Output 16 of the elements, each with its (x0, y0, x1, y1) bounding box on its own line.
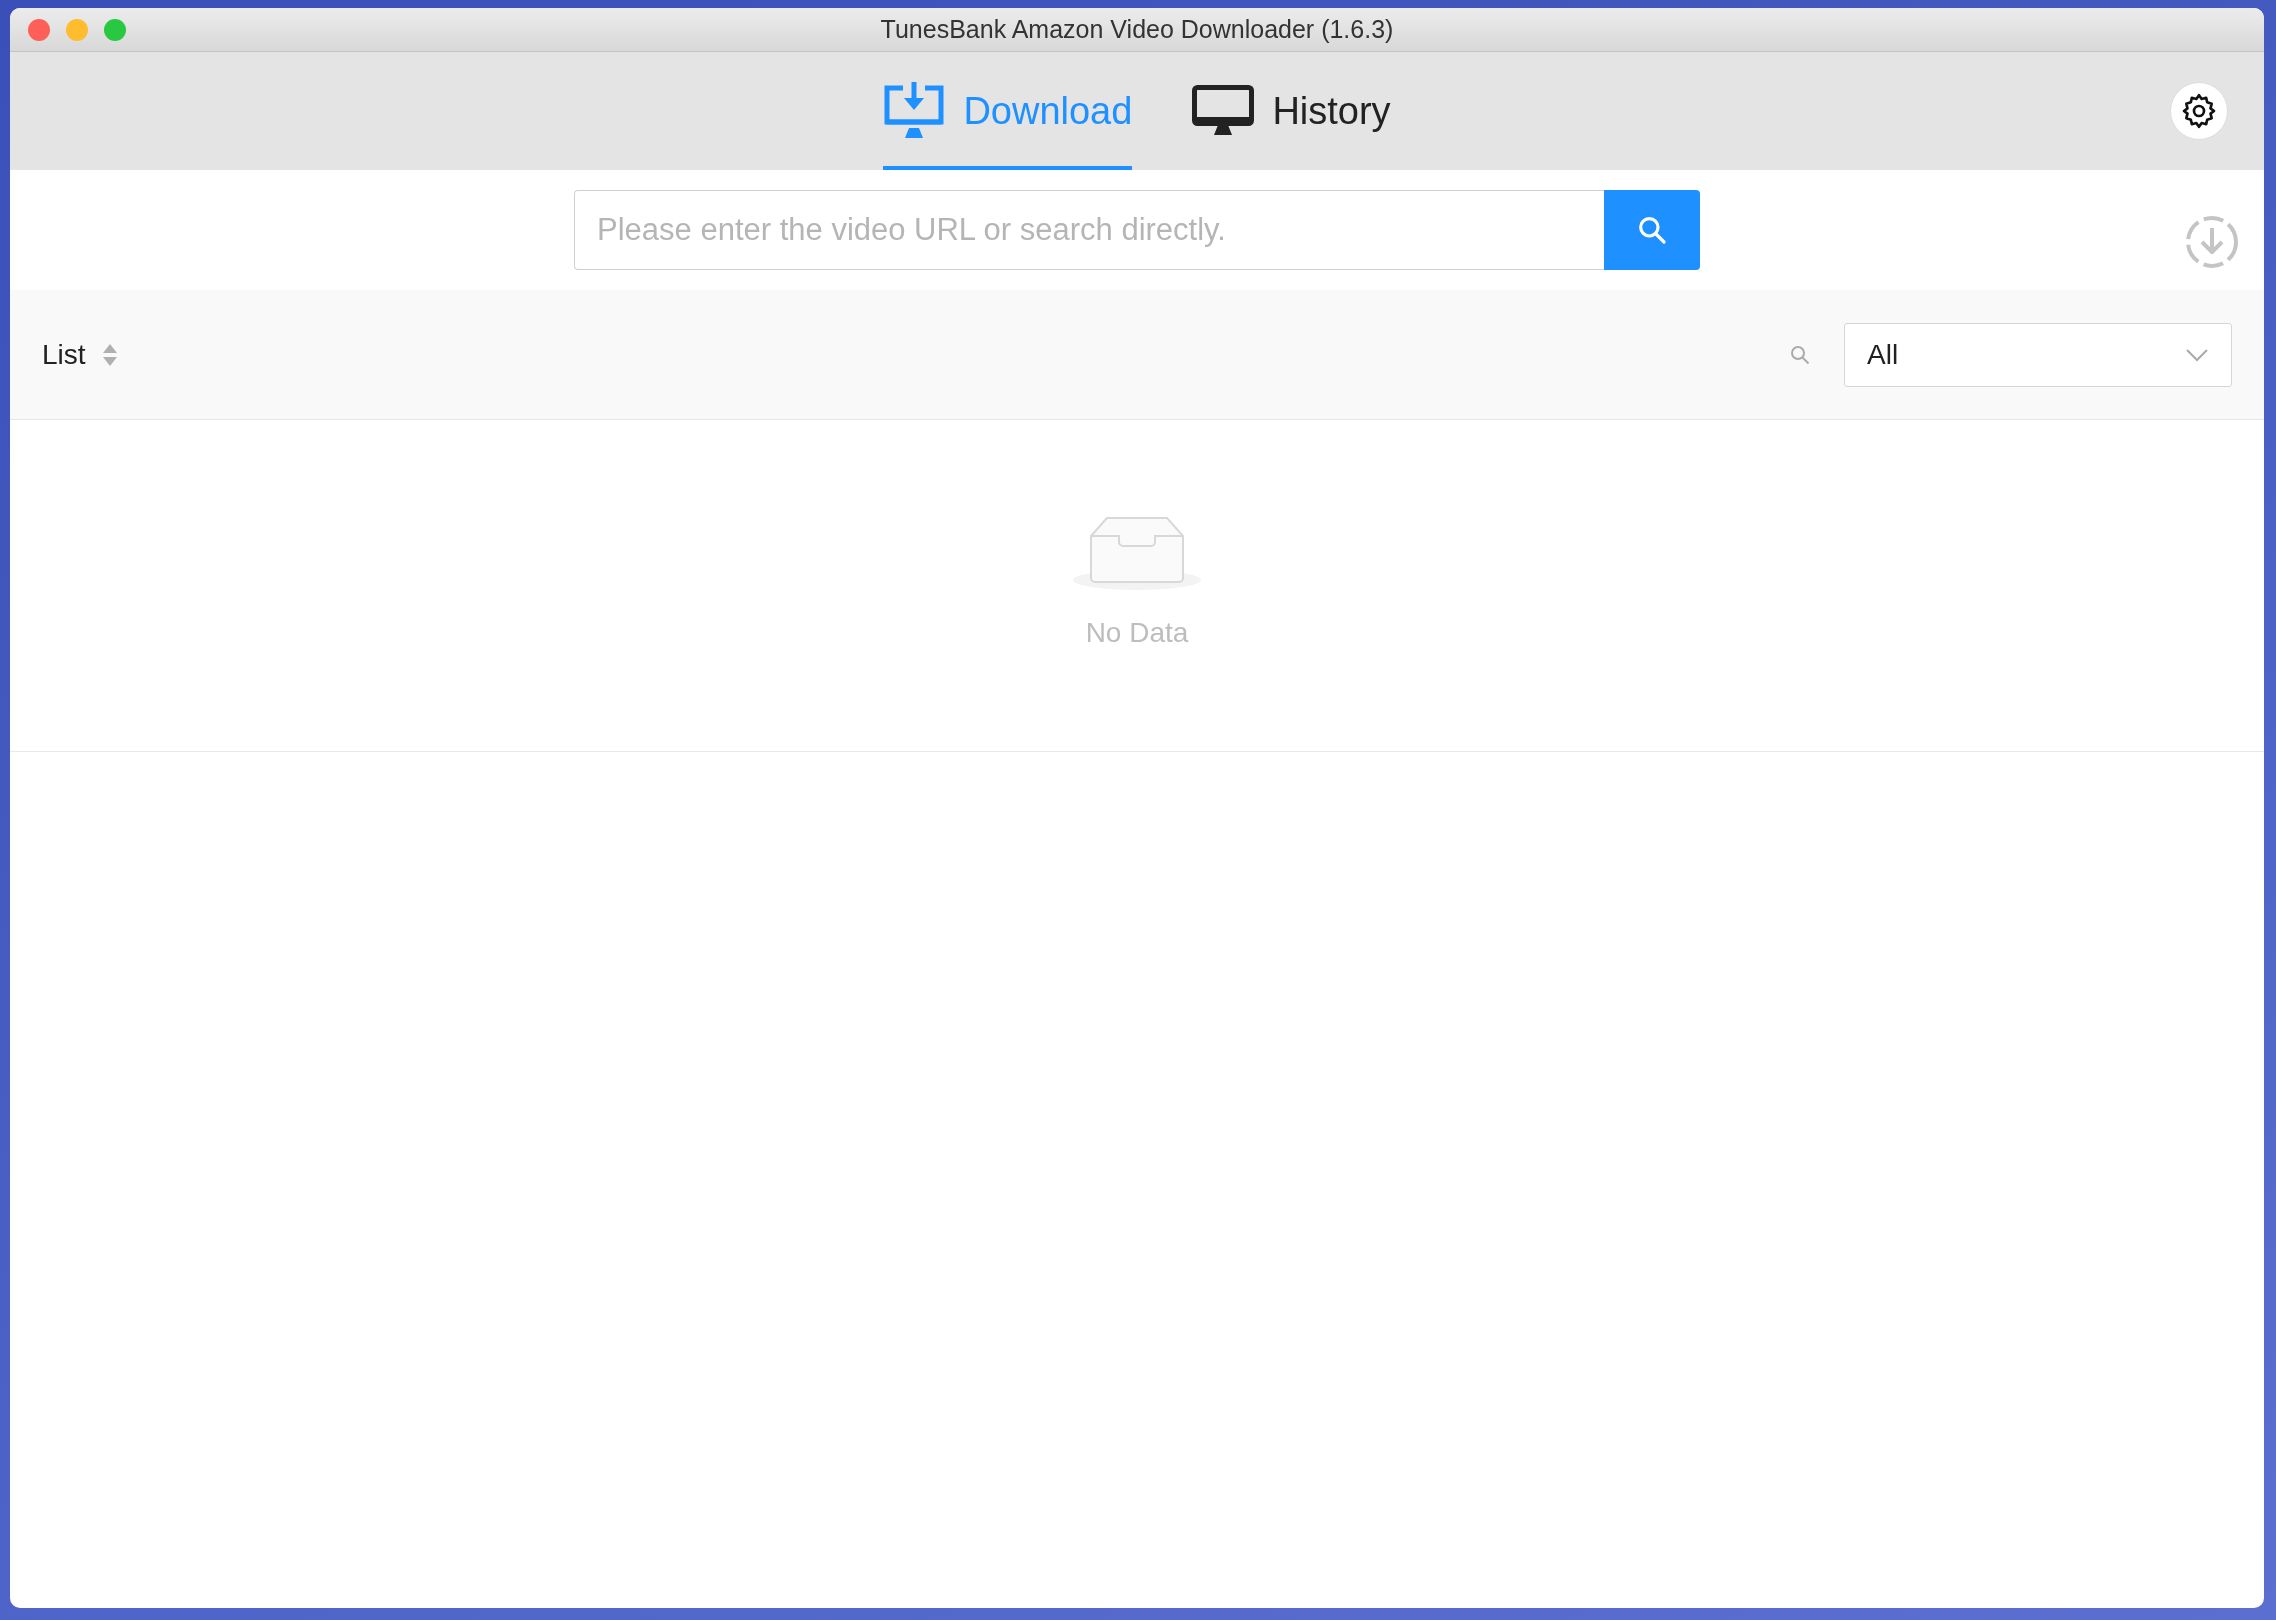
minimize-button[interactable] (66, 19, 88, 41)
empty-state-text: No Data (1085, 615, 1189, 650)
zoom-button[interactable] (104, 19, 126, 41)
search-button[interactable] (1604, 190, 1700, 270)
chevron-down-icon (2185, 347, 2209, 362)
download-circle-icon[interactable] (2184, 214, 2240, 270)
list-label: List (42, 337, 86, 372)
close-button[interactable] (28, 19, 50, 41)
monitor-download-icon (883, 82, 946, 140)
filter-dropdown[interactable]: All (1844, 322, 2232, 387)
tab[interactable]: History (1192, 56, 1391, 170)
window-title: TunesBank Amazon Video Downloader (1.6.3) (880, 13, 1394, 45)
filter-value: All (1867, 337, 1899, 372)
search-icon (1636, 214, 1668, 246)
monitor-icon (1192, 85, 1255, 137)
search-field[interactable]: Please enter the video URL or search directly. (574, 190, 1604, 270)
